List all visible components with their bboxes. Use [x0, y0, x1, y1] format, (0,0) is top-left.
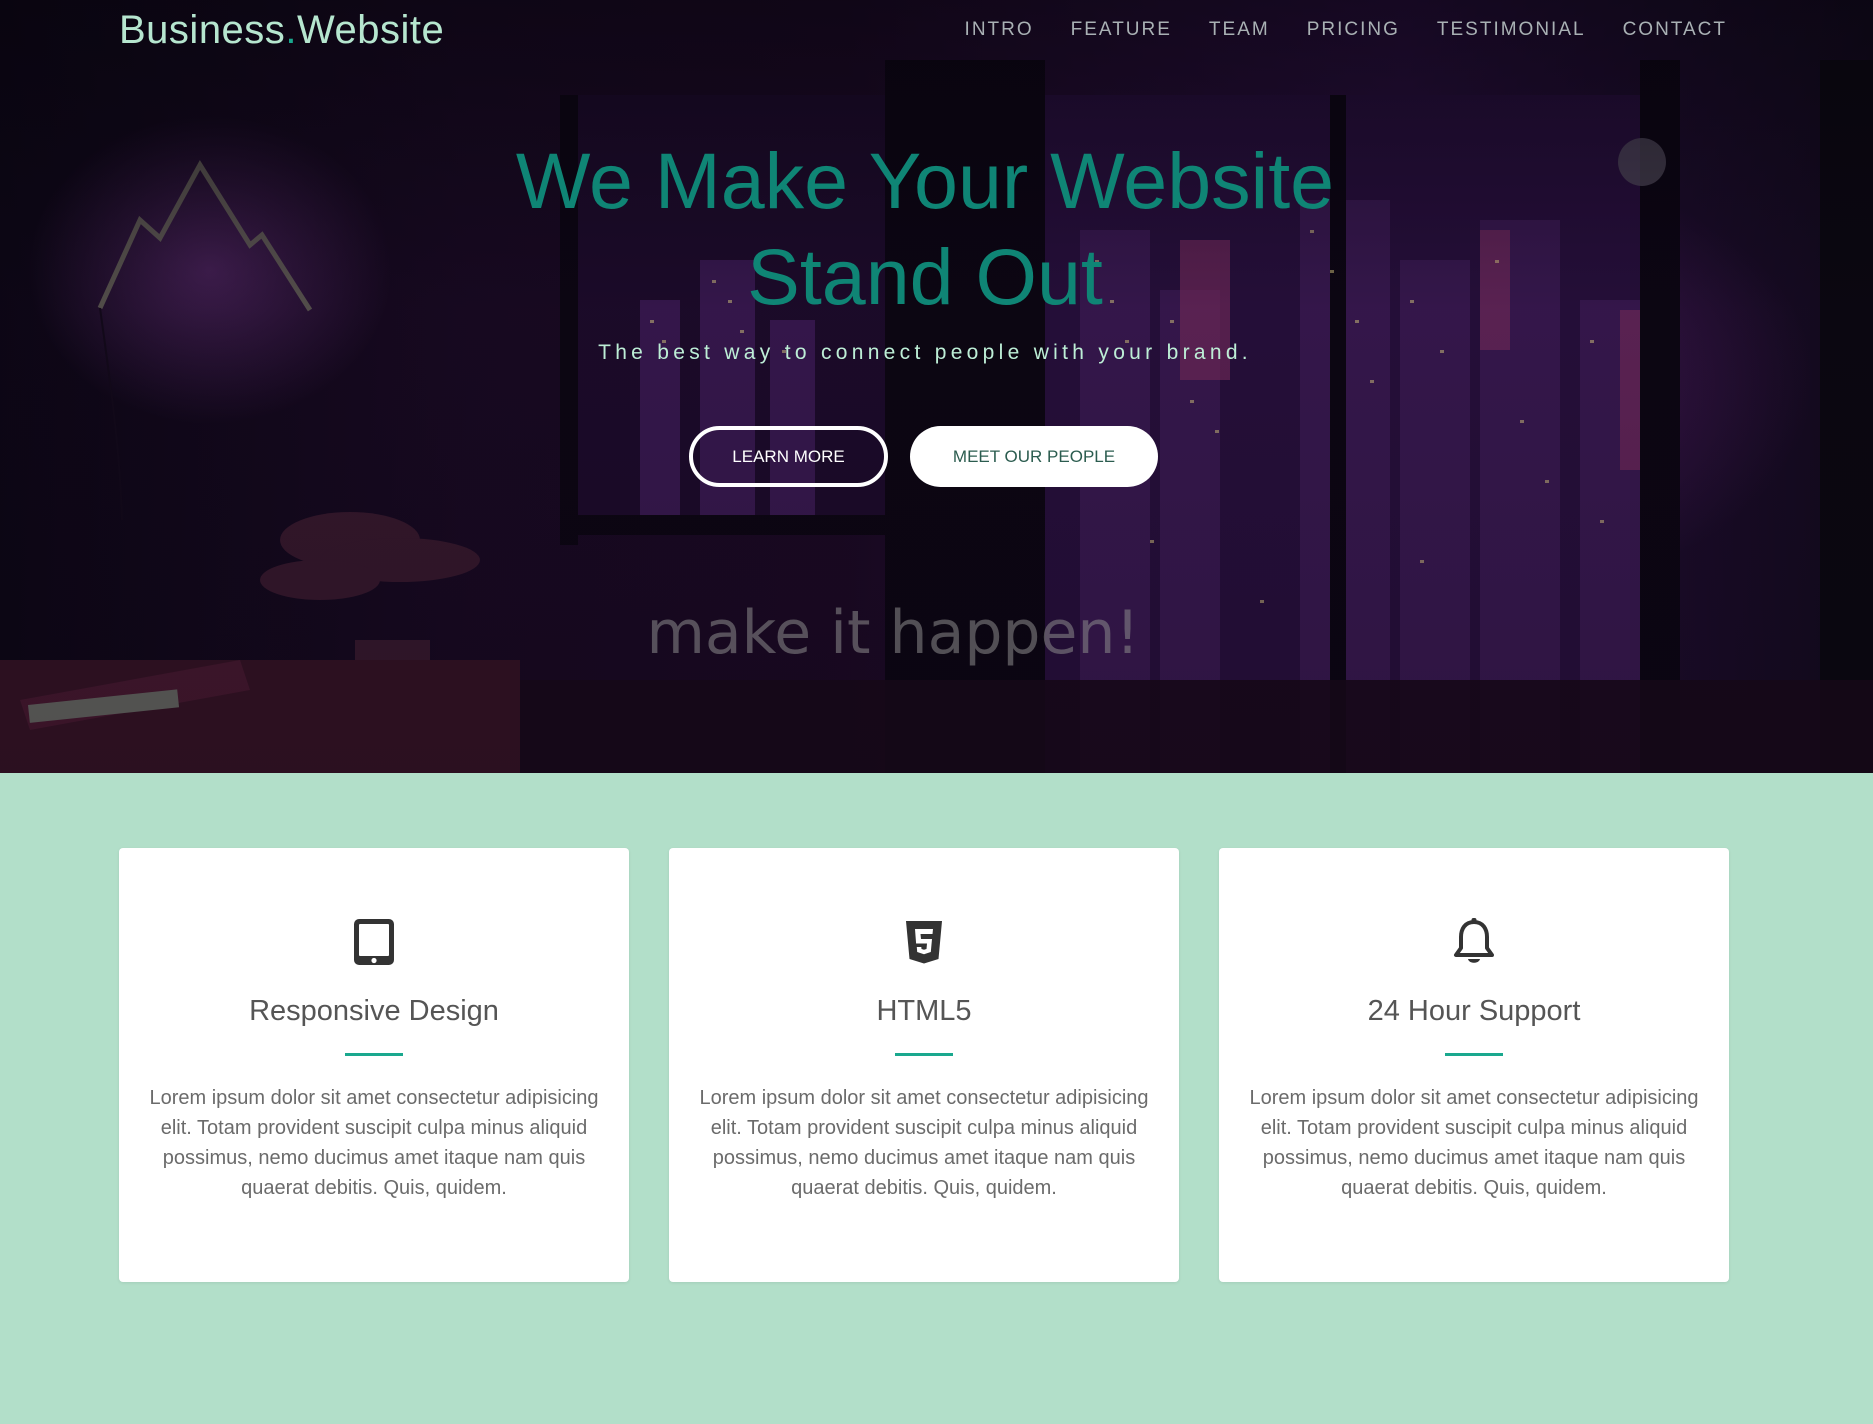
feature-description: Lorem ipsum dolor sit amet consectetur a… — [1249, 1087, 1699, 1199]
nav-link-feature[interactable]: FEATURE — [1071, 19, 1172, 41]
brand-name: Business — [119, 8, 286, 52]
feature-divider — [1445, 1053, 1503, 1056]
nav-link-testimonial[interactable]: TESTIMONIAL — [1437, 19, 1586, 41]
brand-suffix: Website — [296, 8, 445, 52]
feature-title: 24 Hour Support — [1367, 995, 1581, 1027]
hero-buttons: LEARN MORE MEET OUR PEOPLE — [689, 426, 1158, 487]
learn-more-button[interactable]: LEARN MORE — [689, 426, 888, 487]
feature-title: HTML5 — [876, 995, 972, 1027]
nav-link-contact[interactable]: CONTACT — [1623, 19, 1727, 41]
top-navbar: Business.Website INTRO FEATURE TEAM PRIC… — [0, 0, 1873, 64]
hero-subtitle: The best way to connect people with your… — [598, 341, 1252, 364]
hero-title-line-2: Stand Out — [747, 232, 1103, 321]
nav-link-pricing[interactable]: PRICING — [1307, 19, 1400, 41]
brand-dot: . — [285, 8, 297, 52]
feature-title: Responsive Design — [249, 995, 499, 1027]
tablet-icon — [119, 916, 629, 968]
meet-our-people-button[interactable]: MEET OUR PEOPLE — [910, 426, 1158, 487]
feature-divider — [895, 1053, 953, 1056]
feature-card-support: 24 Hour Support Lorem ipsum dolor sit am… — [1219, 848, 1729, 1282]
brand-logo[interactable]: Business.Website — [119, 8, 444, 53]
feature-card-html5: HTML5 Lorem ipsum dolor sit amet consect… — [669, 848, 1179, 1282]
hero-title: We Make Your Website Stand Out — [0, 133, 1850, 325]
bell-icon — [1219, 916, 1729, 968]
features-section: Responsive Design Lorem ipsum dolor sit … — [0, 773, 1873, 1424]
nav-link-team[interactable]: TEAM — [1209, 19, 1270, 41]
feature-description: Lorem ipsum dolor sit amet consectetur a… — [149, 1087, 599, 1199]
feature-description: Lorem ipsum dolor sit amet consectetur a… — [699, 1087, 1149, 1199]
html5-icon — [669, 916, 1179, 968]
nav-link-intro[interactable]: INTRO — [965, 19, 1034, 41]
hero-section: Business.Website INTRO FEATURE TEAM PRIC… — [0, 0, 1873, 773]
hero-overlay — [0, 0, 1873, 773]
nav-links: INTRO FEATURE TEAM PRICING TESTIMONIAL C… — [965, 19, 1727, 41]
feature-card-responsive: Responsive Design Lorem ipsum dolor sit … — [119, 848, 629, 1282]
hero-title-line-1: We Make Your Website — [515, 136, 1335, 225]
feature-divider — [345, 1053, 403, 1056]
